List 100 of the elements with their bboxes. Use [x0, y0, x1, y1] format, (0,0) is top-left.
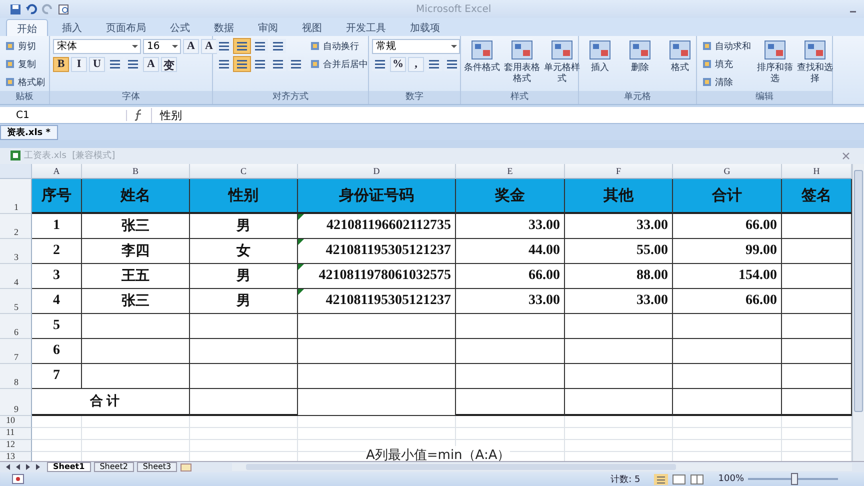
save-icon[interactable]: [10, 4, 21, 14]
row-header[interactable]: 6: [0, 314, 32, 339]
ribbon-button[interactable]: 格式刷: [3, 74, 47, 90]
ribbon-button[interactable]: 查找和选择: [797, 38, 833, 86]
ribbon-dropdown[interactable]: 16: [143, 38, 181, 54]
ribbon-dropdown[interactable]: 宋体: [53, 38, 141, 54]
format-button[interactable]: %: [390, 56, 406, 72]
sheet-tab[interactable]: Sheet3: [136, 462, 178, 472]
sheet-tab[interactable]: Sheet2: [94, 462, 134, 472]
print-preview-icon[interactable]: [58, 4, 70, 14]
sheet-tab[interactable]: Sheet1: [47, 462, 91, 472]
column-header[interactable]: F: [565, 164, 673, 179]
row-header[interactable]: 1: [0, 178, 32, 214]
ribbon-tab[interactable]: 数据: [204, 19, 244, 36]
ribbon-tab[interactable]: 插入: [52, 19, 92, 36]
ribbon-tab[interactable]: 加载项: [400, 19, 450, 36]
page-layout-icon[interactable]: [672, 474, 686, 484]
undo-icon[interactable]: [26, 4, 37, 14]
column-header[interactable]: E: [456, 164, 565, 179]
page-break-icon[interactable]: [690, 474, 704, 484]
macro-record-icon[interactable]: [12, 474, 24, 484]
lines-icon[interactable]: [216, 39, 232, 53]
ribbon-tab[interactable]: 开发工具: [336, 19, 396, 36]
column-header[interactable]: D: [298, 164, 456, 179]
excel-file-icon: [10, 150, 21, 162]
ribbon-button[interactable]: 自动换行: [308, 38, 361, 54]
ribbon-button[interactable]: 剪切: [3, 38, 38, 54]
column-header[interactable]: A: [32, 164, 82, 179]
lines-icon[interactable]: [270, 39, 286, 53]
tool-icon: [511, 40, 533, 60]
column-header[interactable]: H: [782, 164, 852, 179]
normal-view-icon[interactable]: [654, 474, 668, 484]
row-header[interactable]: 12: [0, 440, 32, 452]
row-header[interactable]: 4: [0, 264, 32, 289]
ribbon-button[interactable]: 清除: [700, 74, 735, 90]
column-header[interactable]: G: [673, 164, 782, 179]
close-icon[interactable]: [842, 152, 850, 160]
row-header[interactable]: 9: [0, 388, 32, 416]
status-count: 计数: 5: [610, 474, 640, 486]
table-header-cell: 性别: [190, 178, 298, 214]
formula-field[interactable]: 性别: [151, 108, 864, 122]
lines-icon[interactable]: [270, 57, 286, 71]
ribbon-button[interactable]: 自动求和: [700, 38, 753, 54]
format-button[interactable]: ,: [408, 56, 424, 72]
ribbon-button[interactable]: 条件格式: [464, 38, 500, 75]
row-header[interactable]: 2: [0, 214, 32, 239]
table-cell: 7: [32, 364, 82, 389]
ribbon-button[interactable]: 套用表格格式: [504, 38, 540, 86]
lines-icon[interactable]: [234, 39, 250, 53]
zoom-slider-thumb[interactable]: [791, 473, 798, 485]
ribbon-tab[interactable]: 公式: [160, 19, 200, 36]
ribbon-button[interactable]: 复制: [3, 56, 38, 72]
ribbon-button[interactable]: 插入: [582, 38, 618, 75]
format-button[interactable]: A: [201, 38, 217, 54]
row-header[interactable]: 3: [0, 238, 32, 264]
ribbon-button[interactable]: 单元格样式: [544, 38, 580, 86]
vertical-scrollbar[interactable]: [852, 164, 864, 461]
lines-icon[interactable]: [252, 57, 268, 71]
ribbon-tab[interactable]: 开始: [6, 19, 48, 36]
row-header[interactable]: 7: [0, 338, 32, 364]
format-button[interactable]: 变: [161, 56, 177, 72]
ribbon-button[interactable]: 合并后居中: [308, 56, 370, 72]
table-cell: 合 计: [32, 388, 190, 416]
ribbon-button[interactable]: 格式: [662, 38, 698, 75]
ribbon-button[interactable]: 排序和筛选: [757, 38, 793, 86]
workbook-tab[interactable]: 资表.xls *: [0, 125, 58, 140]
row-header[interactable]: 11: [0, 428, 32, 440]
name-box[interactable]: C1: [0, 110, 127, 120]
format-button[interactable]: B: [53, 56, 69, 72]
column-header[interactable]: B: [82, 164, 190, 179]
format-button[interactable]: A: [183, 38, 199, 54]
zoom-slider[interactable]: [748, 473, 838, 485]
lines-icon[interactable]: [234, 57, 250, 71]
lines-icon[interactable]: [125, 57, 141, 71]
new-sheet-icon[interactable]: [180, 462, 192, 472]
format-button[interactable]: I: [71, 56, 87, 72]
lines-icon[interactable]: [444, 57, 460, 71]
row-header[interactable]: 8: [0, 364, 32, 389]
row-header[interactable]: 5: [0, 288, 32, 314]
lines-icon[interactable]: [372, 57, 388, 71]
lines-icon[interactable]: [426, 57, 442, 71]
lines-icon[interactable]: [288, 57, 304, 71]
column-header[interactable]: C: [190, 164, 298, 179]
tool-icon: [551, 40, 573, 60]
horizontal-scrollbar[interactable]: [232, 463, 852, 471]
ribbon-button[interactable]: 删除: [622, 38, 658, 75]
ribbon-button[interactable]: 填充: [700, 56, 735, 72]
table-cell: 421081195305121237: [298, 238, 456, 264]
format-button[interactable]: A: [143, 56, 159, 72]
ribbon-dropdown[interactable]: 常规: [372, 38, 460, 54]
format-button[interactable]: U: [89, 56, 105, 72]
group-label: 对齐方式: [213, 91, 368, 104]
lines-icon[interactable]: [252, 39, 268, 53]
lines-icon[interactable]: [107, 57, 123, 71]
ribbon-tab[interactable]: 审阅: [248, 19, 288, 36]
ribbon-tab[interactable]: 页面布局: [96, 19, 156, 36]
lines-icon[interactable]: [216, 57, 232, 71]
row-header[interactable]: 10: [0, 416, 32, 428]
ribbon-tab[interactable]: 视图: [292, 19, 332, 36]
table-cell: 55.00: [565, 238, 673, 264]
